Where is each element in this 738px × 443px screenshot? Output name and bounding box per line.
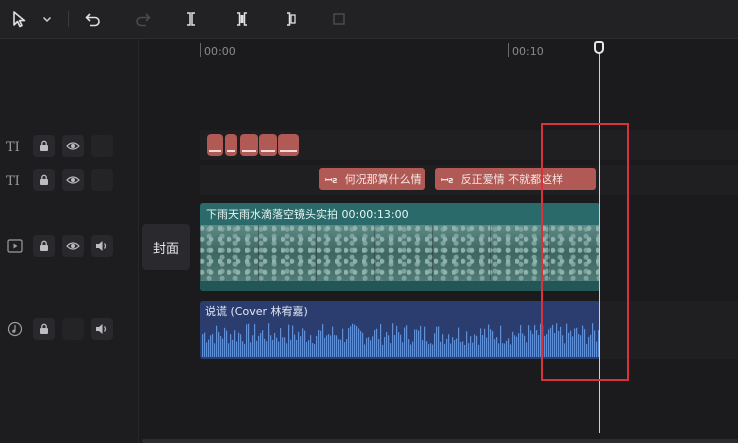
- split-left-button[interactable]: [231, 8, 253, 30]
- text-track-header-1: TI: [4, 132, 130, 160]
- lock-icon: [40, 240, 48, 251]
- text-track-header-2: TI: [4, 166, 130, 194]
- lock-button[interactable]: [33, 169, 55, 191]
- horizontal-scrollbar[interactable]: [142, 439, 738, 443]
- video-clip[interactable]: 下雨天雨水滴落空镜头实拍 00:00:13:00: [200, 203, 600, 291]
- video-clip-label: 下雨天雨水滴落空镜头实拍 00:00:13:00: [206, 208, 409, 221]
- eye-icon: [66, 242, 80, 250]
- toolbar-divider: [68, 11, 69, 27]
- visibility-button[interactable]: [62, 169, 84, 191]
- visibility-button[interactable]: [62, 135, 84, 157]
- lock-icon: [40, 174, 48, 185]
- lock-button[interactable]: [33, 318, 55, 340]
- eye-icon: [66, 142, 80, 150]
- select-tool-icon: [13, 11, 26, 28]
- mute-button[interactable]: [91, 318, 113, 340]
- text-clip-mini[interactable]: [278, 134, 299, 156]
- empty-slot: [62, 318, 84, 340]
- undo-icon: [85, 13, 100, 27]
- split-right-button[interactable]: [280, 8, 302, 30]
- select-mode-dropdown[interactable]: [36, 8, 58, 30]
- lock-button[interactable]: [33, 235, 55, 257]
- text-clip-tag: ꟷƨ: [325, 175, 338, 186]
- redo-icon: [136, 13, 151, 27]
- select-tool-button[interactable]: [8, 8, 30, 30]
- volume-icon: [96, 241, 107, 251]
- timeline-toolbar: [0, 0, 738, 39]
- lock-icon: [40, 140, 48, 151]
- empty-slot: [91, 169, 113, 191]
- svg-text:TI: TI: [6, 140, 20, 155]
- svg-text:TI: TI: [6, 174, 20, 189]
- audio-track-icon: [4, 318, 26, 340]
- audio-track-header: [4, 315, 130, 343]
- text-clip-mini[interactable]: [259, 134, 277, 156]
- playhead-handle[interactable]: [594, 41, 604, 54]
- timeline-area[interactable]: 00:00 00:10 ꟷƨ 何况那算什么情 ꟷƨ 反正爱情 不就都这样 下雨天…: [138, 39, 738, 443]
- video-thumbnails: [200, 225, 600, 281]
- audio-waveform: [202, 323, 600, 357]
- empty-slot: [91, 135, 113, 157]
- audio-clip[interactable]: 说谎 (Cover 林宥嘉): [200, 301, 600, 359]
- lock-button[interactable]: [33, 135, 55, 157]
- ruler-tick-label: 00:00: [200, 43, 236, 58]
- chevron-down-icon: [42, 16, 52, 23]
- delete-button[interactable]: [328, 8, 350, 30]
- volume-icon: [96, 324, 107, 334]
- split-icon: [187, 12, 195, 26]
- track-header-panel: TI TI: [0, 39, 139, 443]
- split-left-icon: [237, 12, 247, 26]
- video-audio-strip: [200, 281, 600, 291]
- text-clip-tag: ꟷƨ: [441, 175, 454, 186]
- time-ruler[interactable]: 00:00 00:10: [138, 39, 738, 63]
- text-clip-label: 何况那算什么情: [344, 173, 422, 186]
- text-track-icon: TI: [4, 169, 26, 191]
- mute-button[interactable]: [91, 235, 113, 257]
- highlight-box: [541, 123, 629, 381]
- text-clip-mini[interactable]: [225, 134, 237, 156]
- eye-icon: [66, 176, 80, 184]
- text-track-icon: TI: [4, 135, 26, 157]
- delete-icon: [333, 13, 345, 25]
- ruler-tick-label: 00:10: [508, 43, 544, 58]
- redo-button[interactable]: [132, 8, 154, 30]
- text-clip[interactable]: ꟷƨ 何况那算什么情: [319, 168, 425, 190]
- lock-icon: [40, 323, 48, 334]
- video-track-icon: [4, 235, 26, 257]
- visibility-button[interactable]: [62, 235, 84, 257]
- split-right-icon: [287, 12, 296, 26]
- split-button[interactable]: [180, 8, 202, 30]
- undo-button[interactable]: [82, 8, 104, 30]
- text-clip-mini[interactable]: [207, 134, 223, 156]
- text-clip-mini[interactable]: [240, 134, 258, 156]
- video-track-header: [4, 232, 130, 260]
